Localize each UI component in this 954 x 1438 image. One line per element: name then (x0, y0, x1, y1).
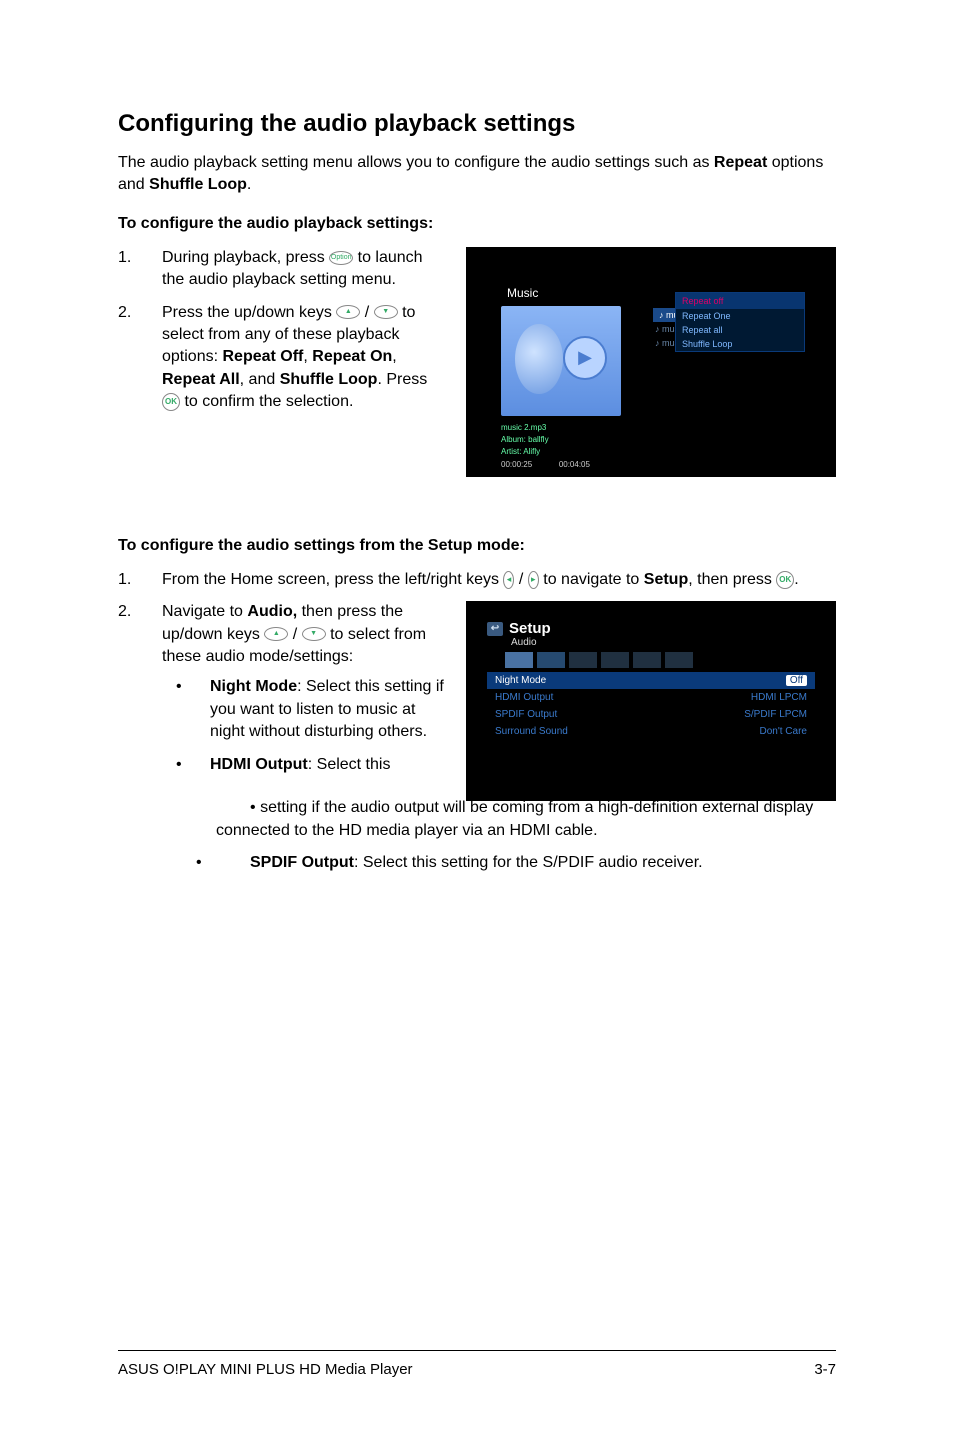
up-key-icon: ▲ (264, 627, 288, 641)
step-text: to navigate to (539, 571, 644, 588)
setup-step-1: From the Home screen, press the left/rig… (118, 569, 836, 591)
up-key-icon: ▲ (336, 305, 360, 319)
option-repeat-all: Repeat All (162, 371, 240, 388)
intro-text: The audio playback setting menu allows y… (118, 154, 714, 171)
ss-repeat-menu: Repeat off Repeat One Repeat all Shuffle… (675, 292, 805, 352)
setup-label: Setup (644, 571, 688, 588)
ss-music-title: Music (507, 286, 538, 300)
ss-progress: 00:00:25 00:04:05 (501, 460, 590, 469)
ss-menu-item: Repeat One (676, 309, 804, 323)
page-footer: ASUS O!PLAY MINI PLUS HD Media Player 3-… (118, 1350, 836, 1378)
intro-bold-shuffle: Shuffle Loop (149, 176, 247, 193)
ss-meta: music 2.mp3 Album: ballfly Artist: Alifl… (501, 422, 549, 458)
firmware-tab-icon (665, 652, 693, 668)
step-2: Press the up/down keys ▲ / ▼ to select f… (118, 302, 446, 414)
step-text: During playback, press (162, 249, 329, 266)
setup-step-2: Navigate to Audio, then press the up/dow… (118, 601, 446, 668)
subheading-setup-mode: To configure the audio settings from the… (118, 537, 836, 555)
bullet-spdif-output: SPDIF Output: Select this setting for th… (162, 852, 836, 874)
network-tab-icon (633, 652, 661, 668)
ss-tab-icons (505, 652, 815, 668)
setting-row-surround: Surround SoundDon't Care (487, 723, 815, 740)
step-text: From the Home screen, press the left/rig… (162, 571, 503, 588)
down-key-icon: ▼ (374, 305, 398, 319)
bullet-text: : Select this (308, 756, 391, 773)
option-repeat-on: Repeat On (312, 348, 392, 365)
audio-tab-icon (537, 652, 565, 668)
intro-paragraph: The audio playback setting menu allows y… (118, 152, 836, 197)
intro-bold-repeat: Repeat (714, 154, 767, 171)
video-tab-icon (569, 652, 597, 668)
step-text: to confirm the selection. (180, 393, 353, 410)
album-art-icon (501, 306, 621, 416)
option-repeat-off: Repeat Off (222, 348, 303, 365)
left-key-icon: ◂ (503, 571, 514, 589)
bullet-title: Night Mode (210, 678, 297, 695)
footer-product-name: ASUS O!PLAY MINI PLUS HD Media Player (118, 1361, 413, 1378)
back-icon: ↩ (487, 622, 503, 636)
step-text: . Press (377, 371, 427, 388)
bullet-night-mode: Night Mode: Select this setting if you w… (162, 676, 446, 743)
ss-setup-title: ↩ Setup (487, 620, 815, 637)
ok-button-icon: OK (776, 571, 794, 589)
ss-menu-item: Repeat all (676, 323, 804, 337)
bullet-hdmi-output-cont: setting if the audio output will be comi… (162, 797, 836, 842)
system-tab-icon (505, 652, 533, 668)
ss-setup-subtitle: Audio (511, 637, 815, 648)
subheading-playback: To configure the audio playback settings… (118, 215, 836, 233)
setting-row-hdmi: HDMI OutputHDMI LPCM (487, 689, 815, 706)
intro-text: . (247, 176, 251, 193)
setting-row-spdif: SPDIF OutputS/PDIF LPCM (487, 706, 815, 723)
ok-button-icon: OK (162, 393, 180, 411)
option-button-icon: Option (329, 251, 353, 265)
bullet-title: SPDIF Output (250, 854, 354, 871)
settings-tab-icon (601, 652, 629, 668)
step-text: Press the up/down keys (162, 304, 336, 321)
down-key-icon: ▼ (302, 627, 326, 641)
step-text: / (360, 304, 373, 321)
bullet-text: : Select this setting for the S/PDIF aud… (354, 854, 703, 871)
right-key-icon: ▸ (528, 571, 539, 589)
setup-screenshot: ↩ Setup Audio Night ModeOff HDMI OutputH… (466, 601, 836, 801)
ss-menu-item: Shuffle Loop (676, 337, 804, 351)
setting-row-night-mode: Night ModeOff (487, 672, 815, 689)
bullet-title: HDMI Output (210, 756, 308, 773)
bullet-text: setting if the audio output will be comi… (216, 799, 813, 838)
ss-menu-header: Repeat off (676, 293, 804, 309)
footer-page-number: 3-7 (814, 1361, 836, 1378)
ss-settings-list: Night ModeOff HDMI OutputHDMI LPCM SPDIF… (487, 672, 815, 740)
option-shuffle-loop: Shuffle Loop (280, 371, 378, 388)
step-text: , then press (688, 571, 776, 588)
step-1: During playback, press Option to launch … (118, 247, 446, 292)
music-screenshot: Music music 2.mp3 Album: ballfly Artist:… (466, 247, 836, 477)
section-title: Configuring the audio playback settings (118, 110, 836, 138)
bullet-hdmi-output-start: HDMI Output: Select this (162, 754, 446, 776)
audio-label: Audio, (247, 603, 297, 620)
step-text: Navigate to (162, 603, 247, 620)
